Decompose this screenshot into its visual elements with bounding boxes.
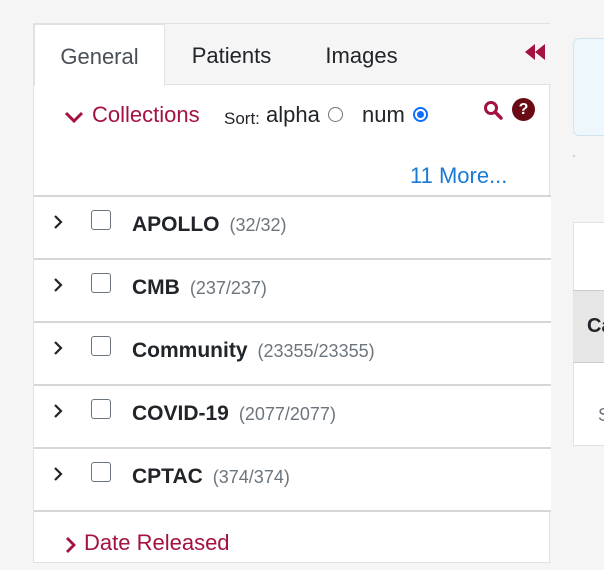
sort-label: Sort:	[224, 109, 260, 128]
chevron-right-icon[interactable]	[52, 403, 64, 419]
collection-count: (2077/2077)	[238, 404, 336, 424]
collection-count: (23355/23355)	[257, 341, 375, 361]
divider	[573, 155, 575, 157]
sort-num-radio[interactable]	[413, 107, 428, 122]
collection-count: (237/237)	[189, 278, 267, 298]
table-header-label: Ca	[587, 315, 604, 337]
collections-list: APOLLO (32/32) CMB (237/237) Community (233…	[34, 195, 551, 570]
chevron-right-icon[interactable]	[52, 466, 64, 482]
help-icon[interactable]: ?	[512, 98, 535, 121]
search-icon[interactable]	[483, 100, 503, 120]
date-released-filter[interactable]: Date Released	[34, 510, 551, 570]
collection-count: (374/374)	[212, 467, 290, 487]
tab-images[interactable]: Images	[298, 24, 425, 85]
table-header: Ca	[573, 290, 604, 363]
chevron-down-icon[interactable]	[64, 110, 84, 124]
table-cell: S	[598, 405, 604, 426]
tab-patients[interactable]: Patients	[165, 24, 298, 85]
double-chevron-left-icon[interactable]	[523, 42, 547, 62]
collection-checkbox[interactable]	[91, 210, 111, 230]
collection-name: COVID-19 (2077/2077)	[132, 402, 336, 425]
collection-count: (32/32)	[229, 215, 287, 235]
collection-name: CPTAC (374/374)	[132, 465, 290, 488]
chevron-right-icon[interactable]	[52, 340, 64, 356]
more-collections-link[interactable]: 11 More...	[410, 163, 507, 189]
sort-alpha-radio[interactable]	[328, 107, 343, 122]
tab-bar: General Patients Images	[34, 24, 551, 86]
tab-general[interactable]: General	[34, 24, 165, 86]
collection-name: Community (23355/23355)	[132, 339, 375, 362]
chevron-right-icon[interactable]	[64, 536, 76, 554]
chevron-right-icon[interactable]	[52, 214, 64, 230]
sort-num-label: num	[362, 102, 405, 127]
collection-name: APOLLO (32/32)	[132, 213, 287, 236]
filter-panel: General Patients Images Collections Sort…	[33, 23, 551, 563]
collections-header: Collections Sort: alpha num ?	[34, 86, 551, 136]
chevron-right-icon[interactable]	[52, 277, 64, 293]
collection-checkbox[interactable]	[91, 399, 111, 419]
list-item: CMB (237/237)	[34, 258, 551, 321]
collection-checkbox[interactable]	[91, 336, 111, 356]
sort-alpha-label: alpha	[266, 102, 320, 127]
collection-checkbox[interactable]	[91, 462, 111, 482]
collection-checkbox[interactable]	[91, 273, 111, 293]
list-item: APOLLO (32/32)	[34, 195, 551, 258]
info-card	[573, 38, 604, 136]
date-released-label[interactable]: Date Released	[84, 530, 230, 556]
list-item: COVID-19 (2077/2077)	[34, 384, 551, 447]
collections-title[interactable]: Collections	[92, 102, 200, 128]
list-item: Community (23355/23355)	[34, 321, 551, 384]
collection-name: CMB (237/237)	[132, 276, 267, 299]
list-item: CPTAC (374/374)	[34, 447, 551, 510]
